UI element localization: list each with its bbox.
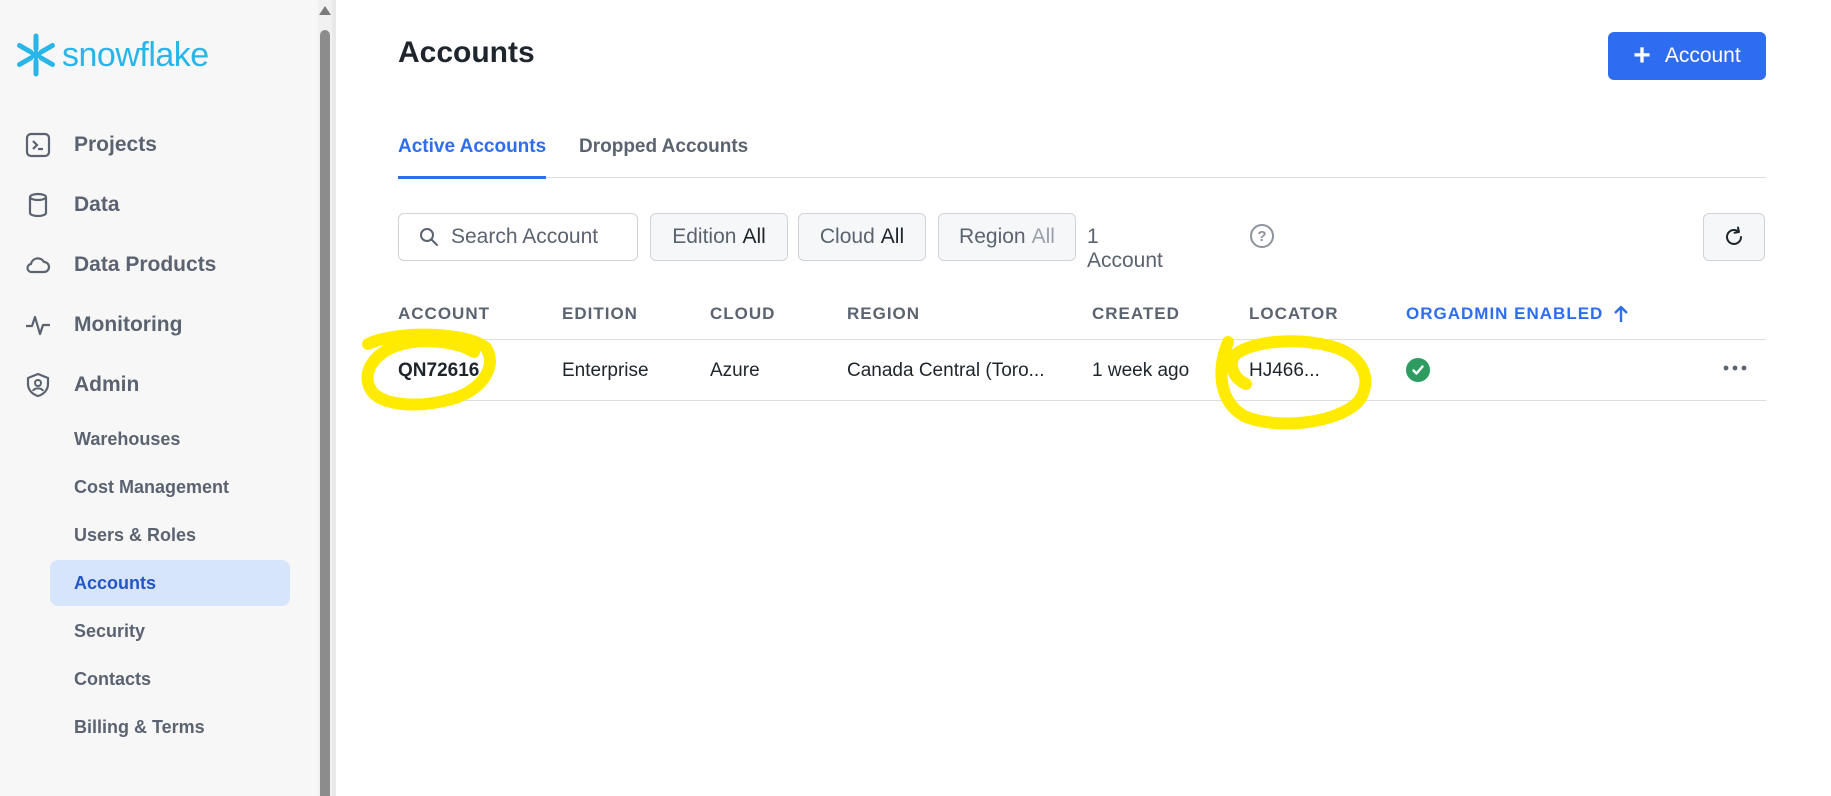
brand-name: snowflake — [62, 35, 209, 74]
sidebar-item-data-products[interactable]: Data Products — [0, 243, 318, 287]
refresh-icon — [1726, 226, 1742, 245]
cell-created: 1 week ago — [1092, 360, 1190, 381]
main-content: Accounts + Account Active Accounts Dropp… — [336, 0, 1831, 796]
cell-cloud: Azure — [710, 360, 760, 381]
sidebar-item-warehouses[interactable]: Warehouses — [50, 416, 290, 462]
sidebar-item-label: Admin — [74, 373, 140, 396]
cell-edition: Enterprise — [562, 360, 649, 381]
help-icon[interactable]: ? — [1250, 224, 1274, 248]
add-account-label: Account — [1664, 44, 1741, 67]
scroll-thumb[interactable] — [320, 30, 330, 796]
column-header-label: ORGADMIN ENABLED — [1406, 304, 1604, 323]
sidebar-item-label: Security — [74, 620, 146, 641]
snowflake-logo[interactable]: snowflake — [14, 30, 209, 80]
sidebar-item-billing-terms[interactable]: Billing & Terms — [50, 704, 290, 750]
cloud-icon — [24, 251, 52, 279]
edition-filter[interactable]: Edition All — [650, 213, 788, 261]
cloud-filter[interactable]: Cloud All — [798, 213, 926, 261]
sort-ascending-icon — [1614, 305, 1629, 322]
column-header-account[interactable]: ACCOUNT — [398, 304, 490, 324]
column-header-created[interactable]: CREATED — [1092, 304, 1180, 324]
tab-dropped-accounts[interactable]: Dropped Accounts — [579, 136, 748, 176]
sidebar-item-monitoring[interactable]: Monitoring — [0, 303, 318, 347]
sidebar-item-admin[interactable]: Admin — [0, 363, 318, 407]
search-input[interactable] — [449, 224, 623, 250]
terminal-icon — [24, 131, 52, 159]
sidebar-item-accounts[interactable]: Accounts — [50, 560, 290, 606]
add-account-button[interactable]: + Account — [1608, 32, 1766, 80]
sidebar-item-label: Projects — [74, 133, 157, 156]
filter-value: All — [742, 225, 766, 248]
column-header-orgadmin-enabled[interactable]: ORGADMIN ENABLED — [1406, 304, 1629, 324]
sidebar-item-cost-management[interactable]: Cost Management — [50, 464, 290, 510]
filter-value: All — [880, 225, 905, 248]
cell-region: Canada Central (Toro... — [847, 360, 1045, 381]
sidebar-item-label: Billing & Terms — [74, 716, 205, 737]
activity-icon — [24, 311, 52, 339]
sidebar-item-security[interactable]: Security — [50, 608, 290, 654]
column-header-locator[interactable]: LOCATOR — [1249, 304, 1338, 324]
filter-value: All — [1031, 225, 1055, 248]
column-header-edition[interactable]: EDITION — [562, 304, 638, 324]
cell-account[interactable]: QN72616 — [398, 360, 479, 382]
column-header-cloud[interactable]: CLOUD — [710, 304, 775, 324]
sidebar-item-contacts[interactable]: Contacts — [50, 656, 290, 702]
sidebar-item-label: Users & Roles — [74, 524, 197, 545]
filter-key: Cloud — [819, 225, 875, 248]
sidebar-item-label: Data Products — [74, 253, 217, 276]
row-actions-more-icon[interactable] — [1720, 356, 1750, 380]
sidebar-item-label: Accounts — [74, 572, 157, 593]
shield-user-icon — [24, 371, 52, 399]
scroll-up-arrow-icon[interactable] — [319, 6, 331, 15]
filter-key: Region — [959, 225, 1026, 248]
check-circle-icon — [1406, 358, 1430, 382]
sidebar-item-label: Warehouses — [74, 428, 181, 449]
refresh-button[interactable] — [1703, 213, 1765, 261]
tab-active-accounts[interactable]: Active Accounts — [398, 136, 547, 179]
sidebar-item-label: Cost Management — [74, 476, 230, 497]
sidebar-item-label: Monitoring — [74, 313, 183, 336]
sidebar: snowflake Projects Data Data Products Mo… — [0, 0, 318, 796]
sidebar-item-users-roles[interactable]: Users & Roles — [50, 512, 290, 558]
sidebar-item-label: Contacts — [74, 668, 152, 689]
filter-key: Edition — [672, 225, 737, 248]
cell-locator: HJ466... — [1249, 360, 1320, 381]
search-box[interactable] — [398, 213, 638, 261]
page-title: Accounts — [398, 36, 535, 69]
account-count: 1 Account — [1087, 225, 1163, 272]
region-filter[interactable]: Region All — [938, 213, 1076, 261]
plus-icon: + — [1633, 39, 1651, 72]
sidebar-item-data[interactable]: Data — [0, 183, 318, 227]
database-icon — [24, 191, 52, 219]
sidebar-scrollbar[interactable] — [318, 0, 332, 796]
sidebar-item-projects[interactable]: Projects — [0, 123, 318, 167]
snowflake-icon — [17, 33, 55, 77]
table-row[interactable]: QN72616 Enterprise Azure Canada Central … — [398, 340, 1766, 401]
column-header-region[interactable]: REGION — [847, 304, 920, 324]
sidebar-item-label: Data — [74, 193, 120, 216]
search-icon — [419, 227, 439, 247]
account-tabs: Active Accounts Dropped Accounts — [398, 120, 1766, 179]
